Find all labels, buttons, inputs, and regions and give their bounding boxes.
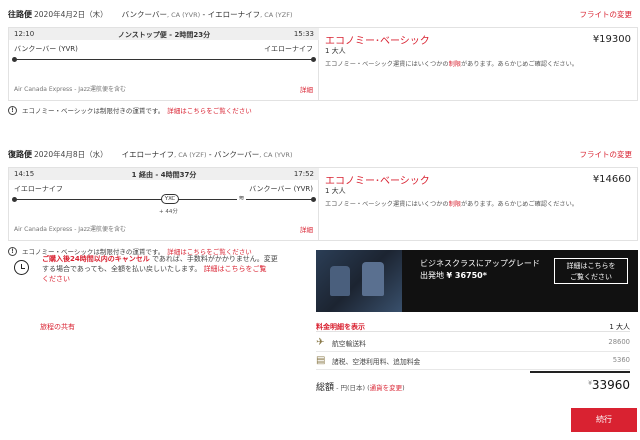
- breakdown-row: ✈ 航空輸送料 28600: [316, 334, 630, 352]
- airplane-icon: ✈: [316, 337, 325, 348]
- breakdown-label: 諸税、空港利用料、追加料金: [332, 358, 421, 366]
- outbound-origin-dot: [12, 57, 17, 62]
- outbound-arrive-time: 15:33: [293, 30, 314, 38]
- outbound-detail-link[interactable]: 詳細: [300, 84, 313, 94]
- total-amount: 33960: [591, 378, 630, 392]
- breakdown-row: ▤ 諸税、空港利用料、追加料金 5360: [316, 352, 630, 370]
- return-origin-dot: [12, 197, 17, 202]
- continue-button[interactable]: 続行: [571, 408, 637, 432]
- receipt-icon: ▤: [316, 355, 326, 366]
- cancel-policy-text: ご購入後24時間以内のキャンセル であれば、手数料がかかりません。変更 する場合…: [42, 255, 278, 283]
- outbound-pax: 1 大人: [325, 47, 346, 55]
- breakdown-label: 航空輸送料: [332, 340, 366, 348]
- outbound-change-flight-link[interactable]: フライトの変更: [580, 9, 633, 20]
- return-pax: 1 大人: [325, 187, 346, 195]
- outbound-restriction-link[interactable]: 制限: [449, 61, 461, 68]
- outbound-fare: エコノミー･ベーシック 1 大人 エコノミー・ベーシック運賃にはいくつかの制限が…: [325, 28, 635, 100]
- show-breakdown-link[interactable]: 料金明細を表示: [316, 322, 365, 332]
- outbound-route-line: [14, 59, 314, 60]
- return-fare-name: エコノミー･ベーシック: [325, 176, 430, 187]
- return-change-flight-link[interactable]: フライトの変更: [580, 149, 633, 160]
- return-arrive-time: 17:52: [293, 170, 314, 178]
- return-detail-link[interactable]: 詳細: [300, 224, 313, 234]
- outbound-flight-card: 12:10 ノンストップ便 - 2時間23分 15:33 バンクーバー (YVR…: [8, 27, 638, 101]
- breakdown-pax: 1 大人: [609, 323, 630, 331]
- outbound-from-city: バンクーバー (YVR): [14, 45, 78, 53]
- breakdown-value: 5360: [612, 356, 630, 364]
- return-dest-dot: [311, 197, 316, 202]
- promo-price: 出発地 ¥ 36750*: [420, 271, 487, 280]
- breakdown-value: 28600: [608, 338, 630, 346]
- outbound-dest-dot: [311, 57, 316, 62]
- cancel-policy-link-cont[interactable]: ください: [42, 275, 70, 283]
- return-itinerary: 14:15 1 経由 - 4時間37分 17:52 イエローナイフ バンクーバー…: [9, 168, 319, 240]
- total-label: 総額 - 円(日本) (通貨を変更): [316, 383, 405, 393]
- cancel-policy-link[interactable]: 詳細はこちらをご覧: [204, 265, 267, 273]
- return-carrier: Air Canada Express - Jazz運航便を含む: [14, 226, 127, 233]
- total-row: 総額 - 円(日本) (通貨を変更) ¥ 33960: [316, 378, 630, 396]
- outbound-warning-text: エコノミー・ベーシックは制限付きの運賃です。: [22, 107, 165, 115]
- promo-title: ビジネスクラスにアップグレード: [420, 259, 540, 268]
- outbound-warning-link[interactable]: 詳細はこちらをご覧ください: [167, 105, 252, 115]
- warning-icon: !: [8, 105, 17, 115]
- return-time-bar: 14:15 1 経由 - 4時間37分 17:52: [9, 168, 319, 180]
- business-seat-image: [316, 250, 402, 312]
- outbound-to-city: イエローナイフ: [264, 45, 313, 53]
- return-fare: エコノミー･ベーシック 1 大人 エコノミー・ベーシック運賃にはいくつかの制限が…: [325, 168, 635, 240]
- upgrade-promo-banner: ビジネスクラスにアップグレード 出発地 ¥ 36750* 詳細はこちらを ご覧くだ…: [316, 250, 638, 312]
- outbound-date: 2020年4月2日（木）: [34, 10, 108, 19]
- return-stop-badge: YXC: [161, 194, 179, 204]
- return-layover: + 44分: [159, 209, 178, 215]
- outbound-itinerary: 12:10 ノンストップ便 - 2時間23分 15:33 バンクーバー (YVR…: [9, 28, 319, 100]
- return-date: 2020年4月8日（水）: [34, 150, 108, 159]
- return-route: イエローナイフ, CA (YZF) - バンクーバー, CA (YVR): [121, 150, 293, 159]
- breakdown-header: 料金明細を表示 1 大人: [316, 320, 630, 332]
- share-itinerary-link[interactable]: 旅程の共有: [40, 322, 75, 332]
- return-fare-note: エコノミー・ベーシック運賃にはいくつかの制限があります。あらかじめご確認ください…: [325, 201, 578, 208]
- change-currency-link[interactable]: 通貨を変更: [370, 384, 403, 392]
- total-divider: [530, 371, 630, 373]
- clock-icon: [14, 260, 29, 275]
- outbound-fare-note: エコノミー・ベーシック運賃にはいくつかの制限があります。あらかじめご確認ください…: [325, 61, 578, 68]
- outbound-time-bar: 12:10 ノンストップ便 - 2時間23分 15:33: [9, 28, 319, 40]
- return-to-city: バンクーバー (YVR): [249, 185, 313, 193]
- return-from-city: イエローナイフ: [14, 185, 63, 193]
- return-stops-duration: 1 経由 - 4時間37分: [131, 171, 197, 179]
- outbound-label: 往路便: [8, 10, 32, 19]
- return-label: 復路便: [8, 150, 32, 159]
- outbound-route: バンクーバー, CA (YVR) - イエローナイフ, CA (YZF): [121, 10, 293, 19]
- return-flight-card: 14:15 1 経由 - 4時間37分 17:52 イエローナイフ バンクーバー…: [8, 167, 638, 241]
- outbound-carrier: Air Canada Express - Jazz運航便を含む: [14, 86, 127, 93]
- outbound-price: ¥19300: [592, 34, 631, 45]
- warning-icon: !: [8, 246, 17, 256]
- return-price: ¥14660: [592, 174, 631, 185]
- promo-details-button[interactable]: 詳細はこちらを ご覧ください: [554, 258, 628, 284]
- outbound-fare-name: エコノミー･ベーシック: [325, 36, 430, 47]
- wifi-icon: ≋: [237, 194, 246, 202]
- return-header: 復路便 2020年4月8日（水） イエローナイフ, CA (YZF) - バンク…: [8, 149, 632, 163]
- outbound-header: 往路便 2020年4月2日（木） バンクーバー, CA (YVR) - イエロー…: [8, 9, 632, 23]
- outbound-warning: ! エコノミー・ベーシックは制限付きの運賃です。 詳細はこちらをご覧ください: [8, 105, 252, 115]
- outbound-stops-duration: ノンストップ便 - 2時間23分: [117, 31, 211, 39]
- return-restriction-link[interactable]: 制限: [449, 201, 461, 208]
